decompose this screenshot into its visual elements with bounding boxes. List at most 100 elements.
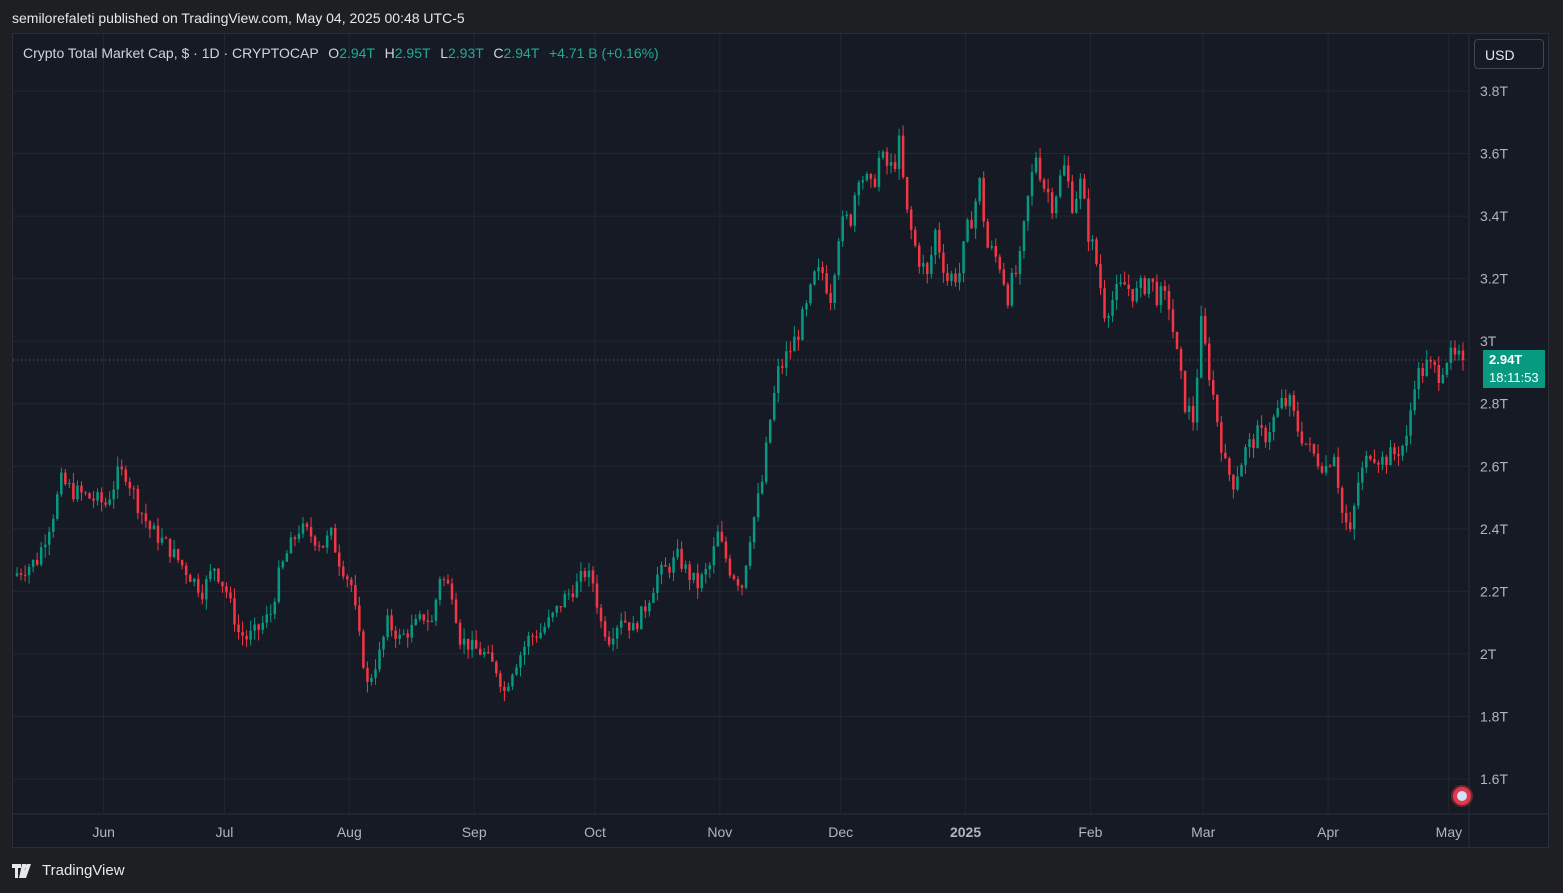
- candle-body: [672, 557, 675, 573]
- candle-body: [1296, 410, 1300, 432]
- candle-body: [96, 492, 99, 501]
- candle-body: [495, 661, 498, 674]
- candle-body: [342, 566, 345, 577]
- candle-body: [1389, 447, 1392, 466]
- candle-body: [994, 246, 998, 257]
- candle-body: [1199, 315, 1203, 378]
- candle-body: [1155, 281, 1159, 305]
- candle-body: [748, 542, 752, 566]
- candle-body: [1433, 361, 1437, 366]
- y-tick-label: 2.4T: [1480, 521, 1508, 537]
- bar-countdown: 18:11:53: [1489, 370, 1539, 385]
- candle-body: [1324, 465, 1328, 473]
- candle-body: [1014, 272, 1018, 275]
- candle-body: [1453, 347, 1457, 355]
- candle-body: [168, 538, 172, 557]
- footer-brand: TradingView: [12, 862, 125, 879]
- candle-body: [313, 536, 317, 546]
- candle-body: [52, 518, 55, 532]
- candle-body: [724, 541, 728, 559]
- candle-body: [1280, 397, 1283, 409]
- candle-body: [720, 531, 724, 542]
- candle-body: [156, 525, 160, 543]
- candle-body: [599, 607, 603, 622]
- candle-body: [1099, 264, 1102, 289]
- candle-body: [1344, 512, 1348, 523]
- candle-body: [172, 549, 176, 557]
- candle-body: [962, 241, 965, 274]
- candle-body: [1083, 178, 1086, 199]
- candle-body: [15, 573, 19, 576]
- candle-body: [23, 574, 27, 576]
- candle-body: [289, 537, 293, 554]
- candle-body: [56, 494, 59, 519]
- candle-body: [261, 622, 264, 630]
- y-tick-label: 3.4T: [1480, 208, 1508, 224]
- candle-body: [378, 649, 381, 670]
- candle-body: [990, 246, 993, 248]
- candle-body: [1292, 395, 1296, 411]
- candle-body: [213, 568, 216, 572]
- y-tick-label: 3T: [1480, 333, 1497, 349]
- y-tick-label: 2T: [1480, 646, 1497, 662]
- candle-body: [1228, 458, 1231, 475]
- candle-body: [1304, 443, 1308, 445]
- candle-body: [1203, 315, 1207, 344]
- candle-body: [676, 548, 679, 558]
- candle-body: [184, 565, 188, 576]
- y-tick-label: 3.2T: [1480, 271, 1508, 287]
- candle-body: [648, 602, 651, 612]
- candle-body: [382, 636, 385, 650]
- candle-body: [777, 366, 780, 394]
- candle-body: [1046, 188, 1050, 193]
- candle-body: [656, 574, 659, 593]
- candle-body: [188, 575, 192, 582]
- candle-body: [426, 620, 430, 622]
- candle-body: [627, 622, 631, 631]
- candle-body: [1224, 452, 1227, 459]
- candle-body: [954, 273, 957, 283]
- candle-body: [607, 636, 611, 645]
- candle-body: [966, 219, 969, 242]
- currency-button[interactable]: USD: [1474, 39, 1544, 69]
- candle-body: [1111, 300, 1114, 316]
- candle-body: [450, 583, 454, 600]
- candle-body: [27, 566, 31, 576]
- candle-body: [668, 566, 671, 573]
- candle-body: [861, 180, 865, 183]
- candle-body: [1373, 459, 1376, 463]
- candle-body: [1316, 453, 1320, 467]
- candle-body: [857, 182, 861, 196]
- candle-body: [946, 272, 949, 281]
- candle-body: [273, 601, 277, 615]
- candle-body: [893, 162, 897, 170]
- candle-body: [1018, 251, 1022, 275]
- x-tick-label: Mar: [1191, 824, 1215, 840]
- candle-body: [579, 571, 583, 582]
- candle-body: [664, 564, 667, 567]
- candle-body: [732, 575, 736, 580]
- candle-body: [1300, 431, 1304, 444]
- candle-body: [1441, 374, 1445, 383]
- candlestick-chart[interactable]: 3.8T 3.6T 3.4T 3.2T 3T 2.8T 2.6T 2.4T 2.2T 2T 1.8T…: [13, 34, 1548, 847]
- candle-body: [813, 271, 816, 285]
- candle-body: [205, 579, 208, 600]
- candle-body: [752, 517, 756, 543]
- y-tick-label: 1.6T: [1480, 771, 1508, 787]
- candle-body: [543, 626, 546, 633]
- y-tick-label: 1.8T: [1480, 708, 1508, 724]
- candle-body: [1067, 165, 1070, 182]
- candle-body: [438, 578, 442, 600]
- flag-icon[interactable]: [1451, 785, 1473, 807]
- chart-panel[interactable]: 3.8T 3.6T 3.4T 3.2T 3T 2.8T 2.6T 2.4T 2.2T 2T 1.8T…: [12, 33, 1549, 848]
- candle-body: [305, 523, 309, 528]
- candle-body: [430, 620, 434, 622]
- high-value: 2.95T: [394, 45, 431, 61]
- candle-body: [1268, 432, 1271, 443]
- candle-body: [39, 547, 43, 565]
- candle-body: [1143, 278, 1147, 295]
- candle-body: [611, 638, 615, 645]
- candle-body: [180, 560, 184, 566]
- candle-body: [889, 162, 893, 166]
- candle-body: [482, 651, 486, 655]
